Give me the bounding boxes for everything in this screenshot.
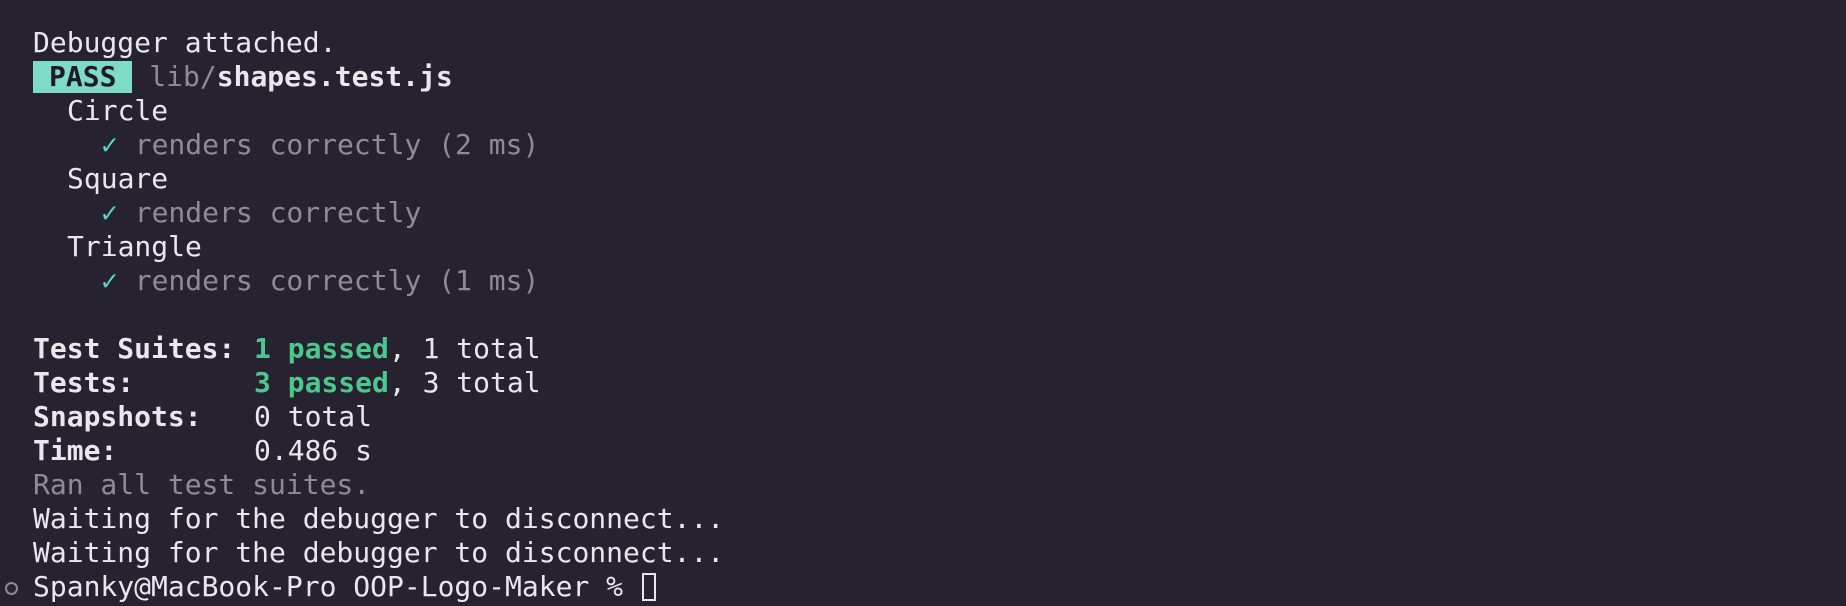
summary-test-suites: Test Suites: 1 passed, 1 total [0, 332, 1846, 366]
test-case-label: renders correctly [134, 196, 422, 229]
test-case-square: ✓ renders correctly [0, 196, 1846, 230]
check-icon: ✓ [101, 196, 118, 229]
test-case-triangle: ✓ renders correctly (1 ms) [0, 264, 1846, 298]
test-file-result: PASS lib/shapes.test.js [0, 60, 1846, 94]
pass-badge: PASS [33, 61, 133, 93]
check-icon: ✓ [101, 128, 118, 161]
test-group-square: Square [67, 162, 169, 195]
terminal-window[interactable]: Debugger attached. PASS lib/shapes.test.… [0, 0, 1846, 606]
summary-label: Test Suites: [33, 332, 236, 365]
summary-label: Time: [33, 434, 118, 467]
check-icon: ✓ [101, 264, 118, 297]
summary-time: Time: 0.486 s [0, 434, 1846, 468]
ran-all-suites-line: Ran all test suites. [33, 468, 371, 501]
test-group-triangle: Triangle [67, 230, 202, 263]
shell-prompt-line[interactable]: Spanky@MacBook-Pro OOP-Logo-Maker % [0, 570, 1846, 604]
summary-value: 0.486 s [254, 434, 373, 467]
test-group-circle: Circle [67, 94, 169, 127]
test-file-name: shapes.test.js [216, 60, 453, 93]
text-cursor[interactable] [641, 573, 656, 601]
summary-tests: Tests: 3 passed, 3 total [0, 366, 1846, 400]
shell-prompt: Spanky@MacBook-Pro OOP-Logo-Maker % [33, 570, 640, 603]
test-case-circle: ✓ renders correctly (2 ms) [0, 128, 1846, 162]
summary-label: Tests: [33, 366, 135, 399]
test-file-dir: lib/ [149, 60, 217, 93]
summary-passed: 1 passed [254, 332, 389, 365]
waiting-debugger-line: Waiting for the debugger to disconnect..… [33, 502, 725, 535]
debugger-attached-line: Debugger attached. [33, 26, 337, 59]
summary-snapshots: Snapshots: 0 total [0, 400, 1846, 434]
summary-value: 0 total [254, 400, 373, 433]
waiting-debugger-line: Waiting for the debugger to disconnect..… [33, 536, 725, 569]
summary-total: , 1 total [388, 332, 541, 365]
summary-passed: 3 passed [254, 366, 389, 399]
test-case-label: renders correctly (1 ms) [134, 264, 540, 297]
summary-label: Snapshots: [33, 400, 202, 433]
test-case-label: renders correctly (2 ms) [134, 128, 540, 161]
summary-total: , 3 total [388, 366, 541, 399]
prompt-status-icon [5, 582, 18, 595]
